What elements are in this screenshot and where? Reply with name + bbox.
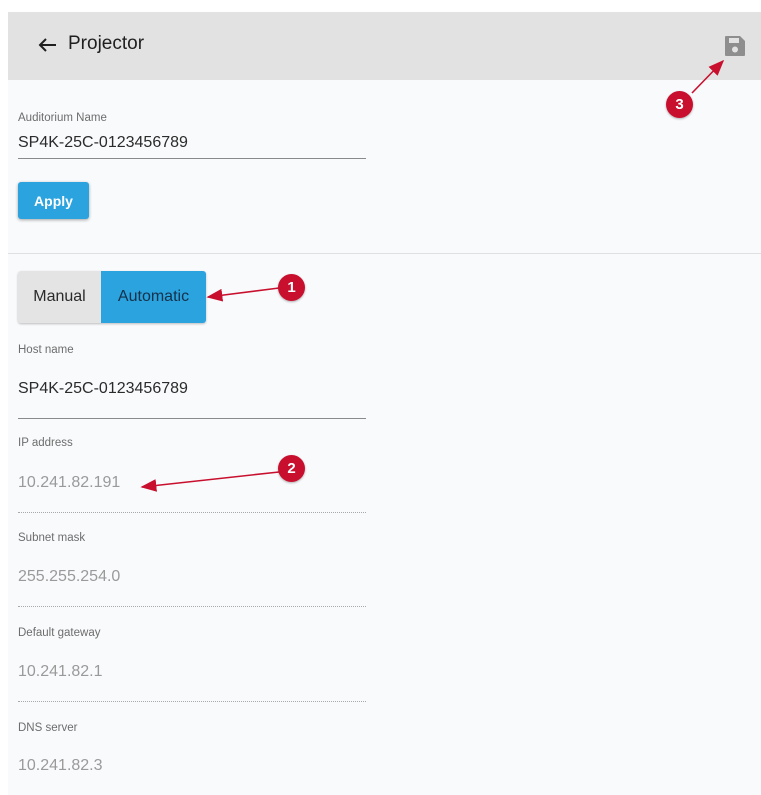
apply-button[interactable]: Apply bbox=[18, 182, 89, 219]
auditorium-name-underline bbox=[18, 158, 366, 159]
mode-toggle: Manual Automatic bbox=[18, 271, 206, 323]
host-name-underline bbox=[18, 418, 366, 419]
projector-settings-page: Projector Auditorium Name SP4K-25C-01234… bbox=[8, 12, 761, 795]
callout-arrows bbox=[140, 59, 725, 492]
dns-server-label: DNS server bbox=[18, 722, 78, 734]
ip-address-underline bbox=[18, 512, 366, 513]
callout-badge-1: 1 bbox=[278, 274, 305, 301]
ip-address-field: 10.241.82.191 bbox=[18, 474, 121, 491]
subnet-mask-underline bbox=[18, 606, 366, 607]
default-gateway-field: 10.241.82.1 bbox=[18, 663, 103, 680]
manual-mode-button[interactable]: Manual bbox=[18, 271, 101, 323]
subnet-mask-label: Subnet mask bbox=[18, 532, 86, 544]
default-gateway-label: Default gateway bbox=[18, 627, 101, 639]
ip-address-label: IP address bbox=[18, 437, 73, 449]
callout-badge-3: 3 bbox=[666, 91, 693, 118]
default-gateway-underline bbox=[18, 701, 366, 702]
callout-2-arrow bbox=[140, 471, 280, 492]
arrow-left-icon[interactable] bbox=[34, 31, 62, 59]
floppy-disk-icon[interactable] bbox=[724, 35, 746, 57]
header-bar: Projector bbox=[8, 12, 761, 80]
callout-1-arrow bbox=[206, 287, 280, 302]
dns-server-field: 10.241.82.3 bbox=[18, 757, 103, 774]
auditorium-name-input[interactable]: SP4K-25C-0123456789 bbox=[18, 134, 188, 152]
section-divider bbox=[8, 253, 761, 254]
automatic-mode-button[interactable]: Automatic bbox=[101, 271, 206, 323]
page-title: Projector bbox=[68, 33, 145, 54]
host-name-label: Host name bbox=[18, 344, 74, 356]
auditorium-name-label: Auditorium Name bbox=[18, 112, 107, 124]
callout-badge-2: 2 bbox=[278, 455, 305, 482]
subnet-mask-field: 255.255.254.0 bbox=[18, 568, 121, 585]
host-name-input[interactable]: SP4K-25C-0123456789 bbox=[18, 380, 188, 398]
